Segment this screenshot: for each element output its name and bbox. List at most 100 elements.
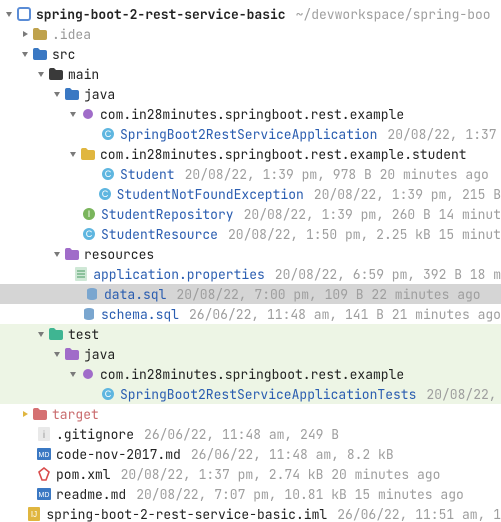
- svg-text:C: C: [105, 389, 112, 399]
- tree-row-src[interactable]: src: [0, 44, 501, 64]
- chevron-down-icon[interactable]: [20, 50, 30, 58]
- class-icon: C: [100, 126, 116, 142]
- tree-row-pkg-example-test[interactable]: com.in28minutes.springboot.rest.example: [0, 364, 501, 384]
- tree-item-meta: 26/06/22, 11:48 am, 8.2 kB: [191, 446, 394, 463]
- tree-item-label: code-nov-2017.md: [56, 446, 181, 463]
- tree-item-meta: 20/08/22, 1:50 pm, 2.25 kB 15 minut: [228, 226, 501, 243]
- folder-icon: [48, 326, 64, 342]
- tree-row-app-class[interactable]: C SpringBoot2RestServiceApplication 20/0…: [0, 124, 501, 144]
- chevron-down-icon[interactable]: [4, 10, 14, 18]
- tree-item-label: pom.xml: [56, 466, 111, 483]
- tree-row-main[interactable]: main: [0, 64, 501, 84]
- svg-text:C: C: [105, 129, 112, 139]
- chevron-down-icon[interactable]: [68, 370, 78, 378]
- tree-row-student[interactable]: C Student 20/08/22, 1:39 pm, 978 B 20 mi…: [0, 164, 501, 184]
- tree-item-meta: 26/06/22, 11:48 am, 249 B: [144, 426, 339, 443]
- tree-item-label: StudentResource: [101, 226, 218, 243]
- svg-text:C: C: [105, 169, 112, 179]
- folder-icon: [32, 26, 48, 42]
- tree-item-label: resources: [84, 246, 154, 263]
- tree-row-root[interactable]: spring-boot-2-rest-service-basic ~/devwo…: [0, 4, 501, 24]
- tree-item-label: java: [84, 86, 115, 103]
- maven-file-icon: [36, 466, 52, 482]
- class-icon: C: [100, 386, 116, 402]
- tree-item-label: .idea: [52, 26, 91, 43]
- tree-item-meta: 20/08/22, 7:00 pm, 109 B 22 minutes ago: [176, 286, 480, 303]
- tree-item-label: src: [52, 46, 75, 63]
- tree-row-code-nov[interactable]: MD code-nov-2017.md 26/06/22, 11:48 am, …: [0, 444, 501, 464]
- tree-item-meta: 20/08/22, 1:39 pm, 260 B 14 minut: [244, 206, 501, 223]
- tree-item-label: .gitignore: [56, 426, 134, 443]
- tree-row-tests-class[interactable]: C SpringBoot2RestServiceApplicationTests…: [0, 384, 501, 404]
- tree-item-label: StudentNotFoundException: [117, 186, 304, 203]
- tree-item-label: target: [52, 406, 99, 423]
- project-path: ~/devworkspace/spring-boo: [296, 6, 491, 23]
- tree-row-gitignore[interactable]: i .gitignore 26/06/22, 11:48 am, 249 B: [0, 424, 501, 444]
- svg-text:C: C: [86, 229, 93, 239]
- package-icon: [80, 106, 96, 122]
- tree-row-student-nfe[interactable]: C StudentNotFoundException 20/08/22, 1:3…: [0, 184, 501, 204]
- folder-icon: [48, 66, 64, 82]
- tree-item-meta: 20/08/22, 7:07 pm, 10.81 kB 15 minutes a…: [136, 486, 464, 503]
- svg-text:C: C: [101, 189, 108, 199]
- tree-row-java-test[interactable]: java: [0, 344, 501, 364]
- tree-item-label: SpringBoot2RestServiceApplicationTests: [120, 386, 416, 403]
- tree-row-student-repo[interactable]: I StudentRepository 20/08/22, 1:39 pm, 2…: [0, 204, 501, 224]
- source-folder-icon: [64, 86, 80, 102]
- tree-row-idea[interactable]: .idea: [0, 24, 501, 44]
- tree-row-test[interactable]: test: [0, 324, 501, 344]
- svg-text:I: I: [88, 209, 91, 219]
- tree-item-meta: 20/08/22,: [426, 386, 496, 403]
- chevron-down-icon[interactable]: [52, 250, 62, 258]
- tree-row-java-main[interactable]: java: [0, 84, 501, 104]
- tree-row-data-sql[interactable]: data.sql 20/08/22, 7:00 pm, 109 B 22 min…: [0, 284, 501, 304]
- tree-item-label: schema.sql: [101, 306, 179, 323]
- sql-file-icon: [84, 286, 100, 302]
- chevron-down-icon[interactable]: [36, 70, 46, 78]
- tree-row-pkg-student[interactable]: com.in28minutes.springboot.rest.example.…: [0, 144, 501, 164]
- tree-row-app-props[interactable]: application.properties 20/08/22, 6:59 pm…: [0, 264, 501, 284]
- tree-row-resources[interactable]: resources: [0, 244, 501, 264]
- tree-item-label: Student: [120, 166, 175, 183]
- tree-row-iml[interactable]: IJ spring-boot-2-rest-service-basic.iml …: [0, 504, 501, 522]
- tree-item-label: spring-boot-2-rest-service-basic.iml: [46, 506, 327, 522]
- tree-item-meta: 20/08/22, 1:39 pm, 215 B: [314, 186, 501, 203]
- tree-row-student-res[interactable]: C StudentResource 20/08/22, 1:50 pm, 2.2…: [0, 224, 501, 244]
- tree-row-readme[interactable]: MD readme.md 20/08/22, 7:07 pm, 10.81 kB…: [0, 484, 501, 504]
- properties-file-icon: [73, 266, 89, 282]
- markdown-file-icon: MD: [36, 486, 52, 502]
- tree-item-meta: 26/06/22, 11:48 am, 141 B 21 minutes ago: [189, 306, 501, 323]
- project-name: spring-boot-2-rest-service-basic: [36, 6, 286, 23]
- svg-text:MD: MD: [39, 492, 50, 499]
- tree-item-meta: 20/08/22, 1:37 pm, 2.74 kB 20 minutes ag…: [121, 466, 441, 483]
- tree-item-label: application.properties: [93, 266, 265, 283]
- resources-folder-icon: [64, 246, 80, 262]
- tree-item-label: readme.md: [56, 486, 126, 503]
- chevron-down-icon[interactable]: [52, 350, 62, 358]
- tree-item-label: test: [68, 326, 99, 343]
- tree-item-meta: 26/06/22, 11:51 am, 1: [337, 506, 501, 522]
- folder-icon: [32, 46, 48, 62]
- tree-item-label: data.sql: [104, 286, 166, 303]
- excluded-folder-icon: [32, 406, 48, 422]
- chevron-down-icon[interactable]: [36, 330, 46, 338]
- tree-row-schema-sql[interactable]: schema.sql 26/06/22, 11:48 am, 141 B 21 …: [0, 304, 501, 324]
- tree-row-pkg-example[interactable]: com.in28minutes.springboot.rest.example: [0, 104, 501, 124]
- tree-item-label: com.in28minutes.springboot.rest.example: [100, 106, 404, 123]
- package-icon: [80, 366, 96, 382]
- project-tree[interactable]: spring-boot-2-rest-service-basic ~/devwo…: [0, 0, 501, 522]
- tree-item-meta: 20/08/22, 1:39 pm, 978 B 20 minutes ago: [185, 166, 489, 183]
- tree-row-target[interactable]: target: [0, 404, 501, 424]
- tree-row-pom[interactable]: pom.xml 20/08/22, 1:37 pm, 2.74 kB 20 mi…: [0, 464, 501, 484]
- gitignore-file-icon: i: [36, 426, 52, 442]
- tree-item-label: StudentRepository: [101, 206, 234, 223]
- tree-item-label: com.in28minutes.springboot.rest.example.…: [100, 146, 467, 163]
- svg-text:IJ: IJ: [31, 510, 37, 519]
- chevron-right-icon[interactable]: [20, 410, 30, 418]
- chevron-down-icon[interactable]: [68, 150, 78, 158]
- chevron-down-icon[interactable]: [52, 90, 62, 98]
- chevron-down-icon[interactable]: [68, 110, 78, 118]
- package-icon: [80, 146, 96, 162]
- chevron-right-icon[interactable]: [20, 30, 30, 38]
- tree-item-label: main: [68, 66, 99, 83]
